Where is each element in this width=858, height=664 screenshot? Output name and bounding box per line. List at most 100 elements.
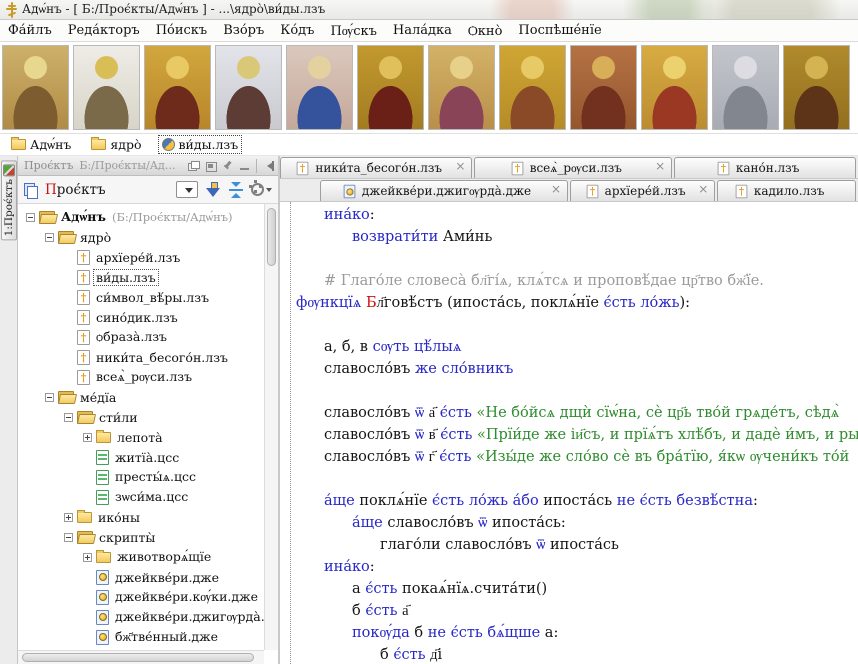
- code-token-kw: є́сть: [439, 449, 471, 465]
- pantocrator-gold-icon[interactable]: [144, 45, 211, 130]
- tree-hscroll-thumb[interactable]: [22, 653, 254, 662]
- minimize-panel-icon[interactable]: [239, 161, 250, 171]
- tree-row[interactable]: житїа̀.цсс: [18, 447, 264, 467]
- editor-tab[interactable]: кадило.лзъ: [717, 180, 856, 201]
- code-line: возврати́ти Ами́нь: [296, 226, 858, 248]
- tree-row[interactable]: ме́дїа: [18, 387, 264, 407]
- menu-item-9[interactable]: Поспѣше́нїе: [518, 23, 601, 38]
- hodegetria-silver-icon[interactable]: [215, 45, 282, 130]
- stylesheet-file-icon: [96, 450, 109, 465]
- code-token-kw: є́сть ло́жь а́бо: [432, 493, 539, 509]
- close-tab-icon[interactable]: ×: [655, 160, 665, 172]
- menu-item-8[interactable]: Ѻкно̀: [468, 23, 503, 39]
- menu-item-6[interactable]: Пѹ́скъ: [330, 23, 376, 39]
- expand-plus-icon[interactable]: [83, 433, 92, 442]
- tree-row[interactable]: ѻбраза̀.лзъ: [18, 327, 264, 347]
- collapse-minus-icon[interactable]: [45, 393, 54, 402]
- editor-tab[interactable]: всеѧ̀_рѹси.лзъ×: [474, 157, 672, 178]
- tree-row[interactable]: скрипты̀: [18, 527, 264, 547]
- code-token-kw: ѿ: [415, 427, 424, 443]
- menu-item-5[interactable]: Ко́дъ: [280, 23, 314, 38]
- expand-plus-icon[interactable]: [83, 553, 92, 562]
- code-line: [296, 314, 858, 336]
- tree-horizontal-scrollbar[interactable]: [18, 650, 264, 664]
- editor-tab[interactable]: ники́та_бесого́н.лзъ×: [280, 157, 472, 178]
- code-line: славосло́въ ѿ в҃ є́сть «Прїи́де же іи҃съ…: [296, 424, 858, 446]
- collapse-minus-icon[interactable]: [64, 533, 73, 542]
- tree-item-path-suffix: (Б:/Проє́кты/Адѡ́нъ): [112, 210, 233, 224]
- christ-open-book-icon[interactable]: [499, 45, 566, 130]
- window-title: Адѡ́нъ - [ Б:/Проє́кты/Адѡ́нъ ] - ...\яд…: [22, 2, 325, 17]
- christ-dark-gold-icon[interactable]: [357, 45, 424, 130]
- tree-row[interactable]: ви́ды.лзъ: [18, 267, 264, 287]
- close-tab-icon[interactable]: ×: [551, 183, 561, 195]
- tree-row[interactable]: сино́дик.лзъ: [18, 307, 264, 327]
- tree-row[interactable]: ники́та_бесого́н.лзъ: [18, 347, 264, 367]
- editor-tab[interactable]: архїере́й.лзъ×: [570, 180, 715, 201]
- tree-row[interactable]: си́мвол_вѣ́ры.лзъ: [18, 287, 264, 307]
- tree-item-label: Адѡ́нъ: [59, 209, 108, 225]
- editor-tab-row-2: джейкве́ри.джигѹрда̀.дже×архїере́й.лзъ×к…: [280, 179, 858, 202]
- python-file-icon: [718, 161, 730, 175]
- close-tab-icon[interactable]: ×: [455, 160, 465, 172]
- collapse-minus-icon[interactable]: [45, 233, 54, 242]
- editor-tab[interactable]: кано́н.лзъ: [674, 157, 856, 178]
- code-token-pl: ипоста́сь: [545, 537, 618, 553]
- tree-row[interactable]: лепота̀: [18, 427, 264, 447]
- christ-enthroned-icon[interactable]: [641, 45, 708, 130]
- tree-row[interactable]: ядро̀: [18, 227, 264, 247]
- code-token-kw: ина́ко: [324, 207, 370, 223]
- breadcrumb-item-2[interactable]: ядро̀: [88, 136, 144, 153]
- code-editor[interactable]: ина́ко:возврати́ти Ами́нь # Глаго́ле сло…: [280, 202, 858, 664]
- tree-vertical-scrollbar[interactable]: [264, 204, 278, 650]
- tree-row[interactable]: джейкве́ри.джигѹрда̀.дже: [18, 607, 264, 627]
- menu-item-4[interactable]: Взо́ръ: [223, 23, 264, 38]
- gear-icon[interactable]: [251, 183, 264, 196]
- hide-panel-icon[interactable]: [263, 161, 274, 171]
- silver-riza-christ-icon[interactable]: [712, 45, 779, 130]
- breadcrumb-item-3[interactable]: ви́ды.лзъ: [159, 136, 242, 153]
- editor-tab[interactable]: джейкве́ри.джигѹрда̀.дже×: [320, 180, 568, 201]
- tree-row[interactable]: зѡси́ма.цсс: [18, 487, 264, 507]
- editor-tab-label: кано́н.лзъ: [736, 161, 800, 175]
- tree-row[interactable]: Адѡ́нъ (Б:/Проє́кты/Адѡ́нъ): [18, 207, 264, 227]
- python-file-icon: [77, 290, 90, 305]
- tenderness-theotokos-icon[interactable]: [286, 45, 353, 130]
- kazan-theotokos-icon[interactable]: [570, 45, 637, 130]
- christ-gold-edge-icon[interactable]: [783, 45, 850, 130]
- tree-row[interactable]: престы́ѧ.цсс: [18, 467, 264, 487]
- float-window-icon[interactable]: [188, 161, 199, 171]
- tree-vscroll-thumb[interactable]: [267, 208, 276, 266]
- tree-row[interactable]: джейкве́ри.дже: [18, 567, 264, 587]
- expand-plus-icon[interactable]: [64, 513, 73, 522]
- menu-item-7[interactable]: Нала́дка: [393, 23, 452, 38]
- collapse-minus-icon[interactable]: [26, 213, 35, 222]
- close-tab-icon[interactable]: ×: [698, 183, 708, 195]
- theotokos-flowers-icon[interactable]: [428, 45, 495, 130]
- tree-row[interactable]: сти́ли: [18, 407, 264, 427]
- pin-icon[interactable]: [222, 161, 233, 171]
- menu-item-2[interactable]: Реда́кторъ: [68, 23, 140, 38]
- tree-row[interactable]: джейкве́ри.кѹ́ки.дже: [18, 587, 264, 607]
- holy-trinity-icon[interactable]: [2, 45, 69, 130]
- tree-row[interactable]: ико́ны: [18, 507, 264, 527]
- settings-gear-wrap[interactable]: [251, 183, 272, 196]
- folder-icon: [96, 432, 111, 443]
- open-folder-icon: [58, 231, 74, 243]
- holy-face-icon[interactable]: [73, 45, 140, 130]
- tree-row[interactable]: бж҃тве́нный.дже: [18, 627, 264, 647]
- menu-item-1[interactable]: Фа́йлъ: [8, 23, 52, 38]
- scroll-from-source-icon[interactable]: [206, 182, 221, 198]
- menu-item-3[interactable]: По́искъ: [156, 23, 208, 38]
- sidebar-tab-project[interactable]: 1:Проє́ктъ: [1, 160, 17, 240]
- tree-item-label: бж҃тве́нный.дже: [113, 629, 220, 645]
- view-mode-combo[interactable]: [176, 181, 198, 198]
- collapse-all-icon[interactable]: [229, 182, 243, 198]
- dock-window-icon[interactable]: [205, 161, 216, 171]
- collapse-minus-icon[interactable]: [64, 413, 73, 422]
- code-line: фѹнкцїѧ Бл҃говѣ́стъ (ипоста́сь, поклѧ́нї…: [296, 292, 858, 314]
- breadcrumb-item-1[interactable]: Адѡ́нъ: [8, 136, 74, 154]
- tree-row[interactable]: животворѧ́щїе: [18, 547, 264, 567]
- tree-row[interactable]: архїере́й.лзъ: [18, 247, 264, 267]
- tree-row[interactable]: всеѧ̀_рѹси.лзъ: [18, 367, 264, 387]
